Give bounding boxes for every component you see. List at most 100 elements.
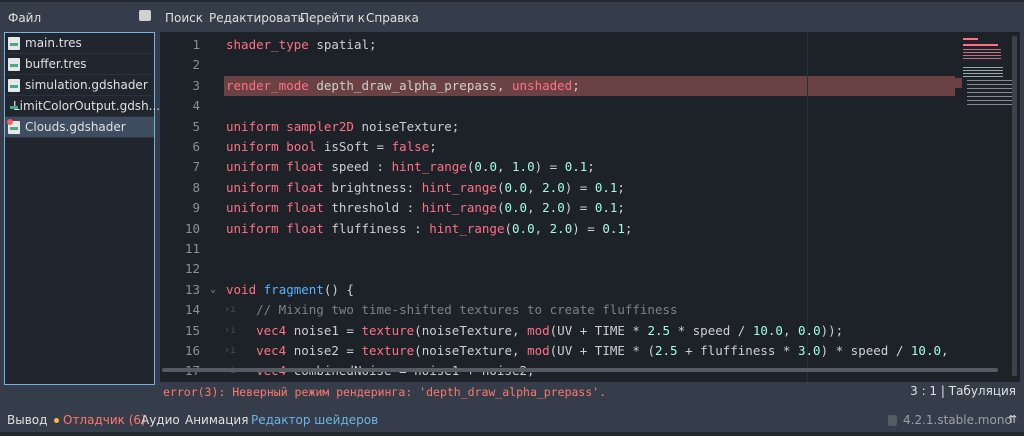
code-token: uniform	[226, 200, 279, 216]
code-token: uniform	[226, 159, 279, 175]
version-label[interactable]: 4.2.1.stable.mono	[903, 413, 1012, 427]
tab-audio[interactable]: Аудио	[141, 413, 180, 427]
code-line[interactable]: 12	[160, 259, 955, 279]
code-token: mod	[527, 343, 550, 358]
file-item[interactable]: simulation.gdshader	[5, 75, 154, 96]
code-line[interactable]: 2	[160, 55, 955, 75]
code-token: ));	[820, 322, 844, 338]
code-line[interactable]: 14 ›ı // Mixing two time-shifted textures…	[160, 300, 955, 320]
code-line[interactable]: 6 uniform bool isSoft = false;	[160, 137, 955, 157]
horizontal-scrollbar[interactable]	[162, 368, 998, 372]
expand-panel-icon[interactable]: ⇈	[1008, 413, 1017, 426]
tab-output[interactable]: Вывод	[7, 413, 47, 427]
code-line[interactable]: 5 uniform sampler2D noiseTexture;	[160, 117, 955, 137]
file-name: simulation.gdshader	[25, 78, 148, 92]
file-name: main.tres	[25, 36, 82, 50]
code-token: ,	[527, 200, 543, 216]
fold-arrow-icon[interactable]: ⌄	[210, 280, 216, 300]
code-line[interactable]: 13 ⌄ void fragment() {	[160, 280, 955, 300]
code-token: ;	[429, 139, 437, 154]
shader-file-list[interactable]: main.tres buffer.tres simulation.gdshader L…	[4, 32, 160, 385]
line-number: 2	[192, 57, 200, 73]
file-name: Clouds.gdshader	[25, 120, 126, 134]
code-token: 0.1	[594, 179, 618, 195]
file-item[interactable]: main.tres	[5, 33, 154, 54]
line-number: 12	[184, 261, 200, 277]
code-token: hint_range	[391, 159, 467, 175]
code-token: float	[286, 200, 324, 216]
code-token: ;	[617, 200, 625, 216]
line-number: 3	[192, 77, 200, 93]
code-token: hint_range	[421, 179, 497, 195]
line-number: 7	[192, 159, 200, 175]
file-item[interactable]: Clouds.gdshader	[5, 117, 154, 138]
file-item[interactable]: LimitColorOutput.gdsh...	[5, 96, 160, 117]
code-token: 0.1	[564, 159, 588, 175]
code-token: uniform	[226, 139, 279, 154]
code-token: vec4	[256, 322, 287, 338]
code-token: float	[286, 159, 324, 175]
code-token: ,	[941, 343, 957, 358]
vertical-scrollbar[interactable]	[1012, 36, 1017, 376]
code-token: (	[504, 220, 513, 236]
toggle-scripts-panel-icon[interactable]	[139, 10, 151, 21]
code-token: unshaded	[512, 77, 573, 93]
code-line[interactable]: 1 shader_type spatial;	[160, 35, 955, 55]
menu-search[interactable]: Поиск	[165, 11, 203, 25]
line-number: 8	[192, 179, 200, 195]
code-token: ) =	[564, 200, 595, 216]
footer-border	[0, 432, 1024, 436]
tab-shader-editor[interactable]: Редактор шейдеров	[251, 413, 378, 427]
code-token: 2.0	[542, 179, 565, 195]
code-line[interactable]: 3 render_mode depth_draw_alpha_prepass, u…	[160, 75, 955, 96]
code-token: uniform	[226, 179, 279, 195]
code-token: isSoft =	[316, 139, 392, 154]
code-token: speed :	[323, 159, 392, 175]
tab-debugger[interactable]: Отладчик (6)	[63, 413, 146, 427]
code-token: hint_range	[429, 220, 505, 236]
code-line[interactable]: 11	[160, 239, 955, 259]
code-line[interactable]: 16 ›ı vec4 noise2 = texture(noiseTexture,…	[160, 341, 979, 361]
minimap[interactable]	[955, 32, 1020, 382]
code-token: hint_range	[421, 200, 497, 216]
code-token: fluffiness :	[323, 220, 430, 236]
line-number: 1	[192, 37, 200, 52]
code-line[interactable]: 4	[160, 96, 955, 116]
code-token: ,	[782, 322, 799, 338]
code-editor[interactable]: 17›ı vec4 combinedNoise = noise1 + noise…	[160, 32, 1020, 382]
code-token: ;	[624, 220, 633, 236]
code-token: ,	[527, 179, 543, 195]
code-token: mod	[527, 322, 550, 338]
code-line[interactable]: 10 uniform float fluffiness : hint_range(…	[160, 219, 955, 239]
menu-goto[interactable]: Перейти к	[300, 11, 365, 25]
line-number: 5	[192, 118, 200, 134]
shader-file-icon	[8, 57, 20, 71]
code-token: ;	[572, 77, 580, 93]
code-token: 0.0	[504, 200, 528, 216]
code-line[interactable]: 7 uniform float speed : hint_range(0.0, 1…	[160, 157, 955, 177]
menu-edit[interactable]: Редактировать	[209, 11, 305, 25]
menu-help[interactable]: Справка	[366, 11, 419, 25]
code-token: 0.1	[594, 200, 618, 216]
code-line[interactable]: 8 uniform float brightness: hint_range(0.…	[160, 178, 955, 198]
code-token: ) * speed /	[820, 343, 911, 358]
tab-animation[interactable]: Анимация	[185, 413, 248, 427]
code-token: false	[391, 139, 430, 154]
line-number: 10	[184, 220, 200, 236]
code-token: (UV + TIME *	[549, 322, 648, 338]
code-token: 0.0	[474, 159, 497, 175]
code-line[interactable]: 9 uniform float threshold : hint_range(0.…	[160, 198, 955, 218]
code-line[interactable]: 15 ›ı vec4 noise1 = texture(noiseTexture,…	[160, 321, 955, 341]
code-token: float	[286, 179, 324, 195]
code-token: 0.1	[602, 220, 625, 236]
file-item[interactable]: buffer.tres	[5, 54, 154, 75]
code-token: // Mixing two time-shifted textures to c…	[226, 302, 678, 318]
code-token: (noiseTexture,	[414, 322, 528, 338]
code-token: ) =	[564, 179, 595, 195]
code-token: 2.0	[549, 220, 573, 236]
code-token: depth_draw_alpha_prepass,	[308, 77, 512, 93]
line-number: 14	[184, 302, 200, 318]
menu-file[interactable]: Файл	[8, 11, 41, 25]
